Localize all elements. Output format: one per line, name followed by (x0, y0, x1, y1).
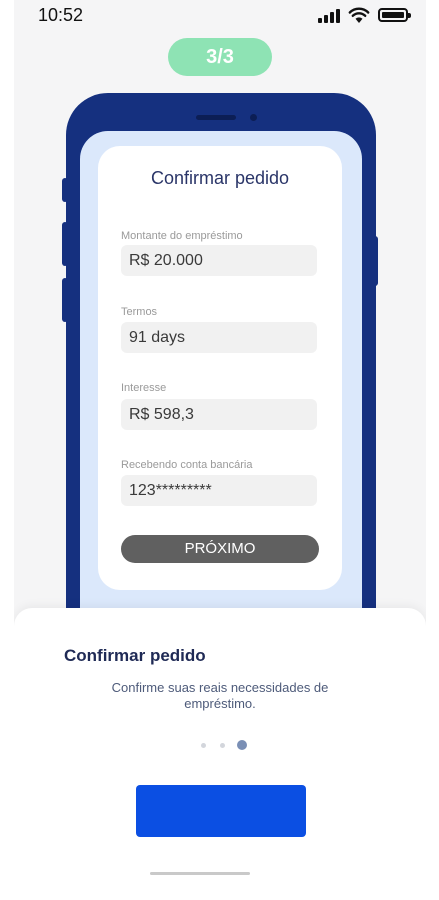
sheet-description: Confirme suas reais necessidades de empr… (111, 680, 329, 711)
sheet-title: Confirmar pedido (64, 646, 206, 665)
status-bar: 10:52 (14, 0, 426, 32)
bank-account-field: 123********* (121, 475, 317, 506)
continue-button[interactable] (136, 785, 306, 837)
phone-speaker (196, 115, 236, 120)
app-screen: 10:52 3/3 Confirmar pedido Montante do e… (14, 0, 426, 900)
battery-icon (378, 8, 411, 22)
bottom-sheet: Confirmar pedido Confirme suas reais nec… (14, 608, 426, 900)
bank-account-label: Recebendo conta bancária (121, 459, 253, 471)
terms-field: 91 days (121, 322, 317, 353)
confirm-order-card: Confirmar pedido Montante do empréstimo … (98, 146, 342, 590)
status-time: 10:52 (38, 5, 84, 25)
phone-button (62, 178, 68, 202)
next-button: PRÓXIMO (121, 535, 319, 563)
phone-button (62, 278, 68, 322)
loan-amount-field: R$ 20.000 (121, 245, 317, 276)
wifi-icon (348, 7, 370, 23)
signal-icon (318, 9, 340, 23)
phone-button (62, 222, 68, 266)
terms-label: Termos (121, 306, 158, 318)
interest-field: R$ 598,3 (121, 399, 317, 430)
phone-button (372, 236, 378, 286)
step-indicator: 3/3 (168, 38, 272, 76)
page-indicator (197, 740, 257, 752)
card-title: Confirmar pedido (150, 168, 290, 188)
phone-camera (250, 114, 257, 121)
home-indicator[interactable] (150, 872, 250, 875)
loan-amount-label: Montante do empréstimo (121, 230, 243, 242)
page-dot (220, 743, 225, 748)
page-dot-active (237, 740, 247, 750)
page-dot (201, 743, 206, 748)
interest-label: Interesse (121, 382, 167, 394)
